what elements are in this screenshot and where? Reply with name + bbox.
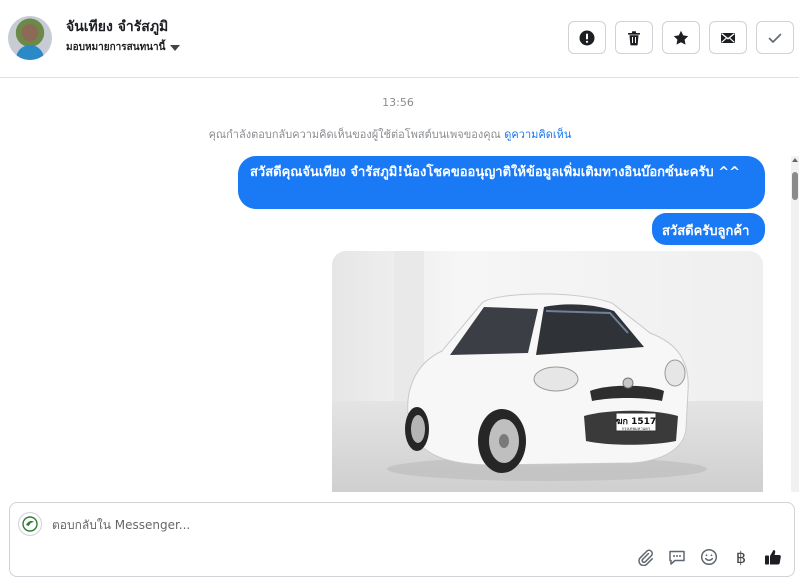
assign-label: มอบหมายการสนทนานี้ — [66, 42, 166, 53]
emoji-button[interactable] — [698, 546, 720, 568]
header-actions — [568, 21, 794, 54]
thumbs-up-icon — [765, 550, 781, 565]
reply-context-text: คุณกำลังตอบกลับความคิดเห็นของผู้ใช้ต่อโพ… — [208, 128, 501, 141]
conversation-header: จันเทียง จำรัสภูมิ มอบหมายการสนทนานี้ — [0, 0, 799, 78]
alert-circle-icon — [579, 30, 595, 45]
reply-composer: ฿ — [9, 502, 795, 577]
view-comment-link[interactable]: ดูความคิดเห็น — [504, 128, 571, 141]
attach-button[interactable] — [634, 546, 656, 568]
scrollbar-thumb[interactable] — [792, 172, 798, 200]
mark-done-button[interactable] — [756, 21, 794, 54]
thread-scrollbar[interactable] — [791, 156, 799, 492]
car-photo-attachment[interactable]: ฆก 1517 กรุงเทพมหานคร — [332, 251, 763, 492]
contact-avatar[interactable] — [8, 16, 52, 60]
star-button[interactable] — [662, 21, 700, 54]
envelope-icon — [721, 32, 735, 43]
chat-bubble-icon — [669, 550, 685, 565]
page-logo-icon — [22, 516, 38, 532]
message-timestamp: 13:56 — [382, 96, 414, 109]
check-icon — [768, 33, 782, 43]
star-icon — [673, 30, 689, 45]
message-thread[interactable]: 13:56 คุณกำลังตอบกลับความคิดเห็นของผู้ใช… — [0, 78, 799, 492]
scroll-up-arrow-icon[interactable] — [792, 158, 798, 162]
trash-icon — [628, 30, 640, 45]
composer-tools: ฿ — [634, 546, 784, 568]
assign-dropdown[interactable]: มอบหมายการสนทนานี้ — [66, 40, 181, 55]
report-button[interactable] — [568, 21, 606, 54]
mark-unread-button[interactable] — [709, 21, 747, 54]
baht-icon: ฿ — [735, 547, 747, 567]
page-avatar — [18, 512, 42, 536]
outgoing-message-bubble[interactable]: สวัสดีครับลูกค้า — [652, 213, 765, 245]
payment-button[interactable]: ฿ — [730, 546, 752, 568]
saved-replies-button[interactable] — [666, 546, 688, 568]
car-photo-image: ฆก 1517 กรุงเทพมหานคร — [332, 251, 763, 492]
caret-down-icon — [170, 45, 181, 51]
delete-button[interactable] — [615, 21, 653, 54]
paperclip-icon — [638, 549, 653, 566]
like-button[interactable] — [762, 546, 784, 568]
outgoing-message-bubble[interactable]: สวัสดีคุณจันเทียง จำรัสภูมิ!น้องโชคขออนุ… — [238, 156, 765, 209]
reply-context: คุณกำลังตอบกลับความคิดเห็นของผู้ใช้ต่อโพ… — [0, 125, 780, 143]
contact-name[interactable]: จันเทียง จำรัสภูมิ — [66, 16, 168, 38]
smiley-icon — [700, 548, 718, 566]
reply-input[interactable] — [52, 515, 552, 535]
